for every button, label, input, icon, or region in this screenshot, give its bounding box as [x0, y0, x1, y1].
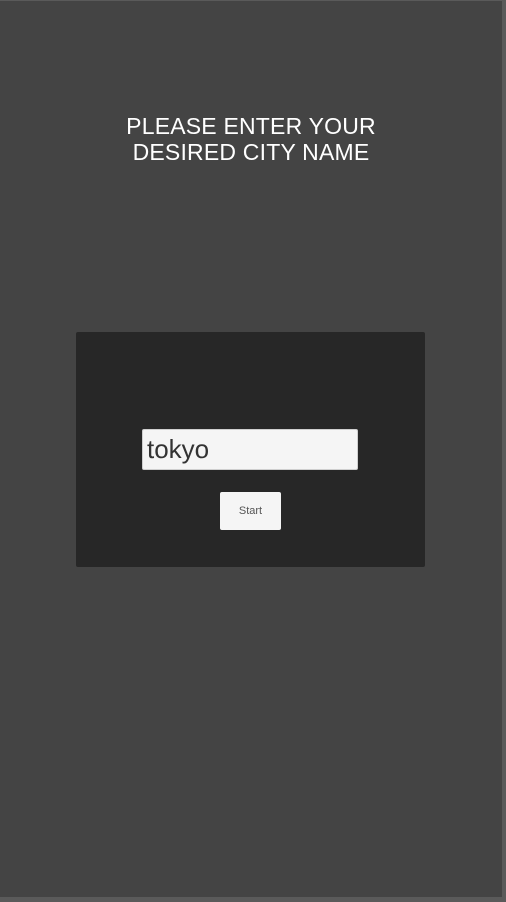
page-title-line-2: DESIRED CITY NAME	[132, 139, 370, 165]
city-name-input[interactable]	[142, 429, 358, 470]
page-title-line-1: PLEASE ENTER YOUR	[126, 113, 376, 139]
city-form-panel: Start	[76, 332, 425, 567]
page-title: PLEASE ENTER YOUR DESIRED CITY NAME	[0, 113, 502, 165]
start-button[interactable]: Start	[220, 492, 281, 530]
app-screen: PLEASE ENTER YOUR DESIRED CITY NAME Star…	[0, 1, 502, 897]
